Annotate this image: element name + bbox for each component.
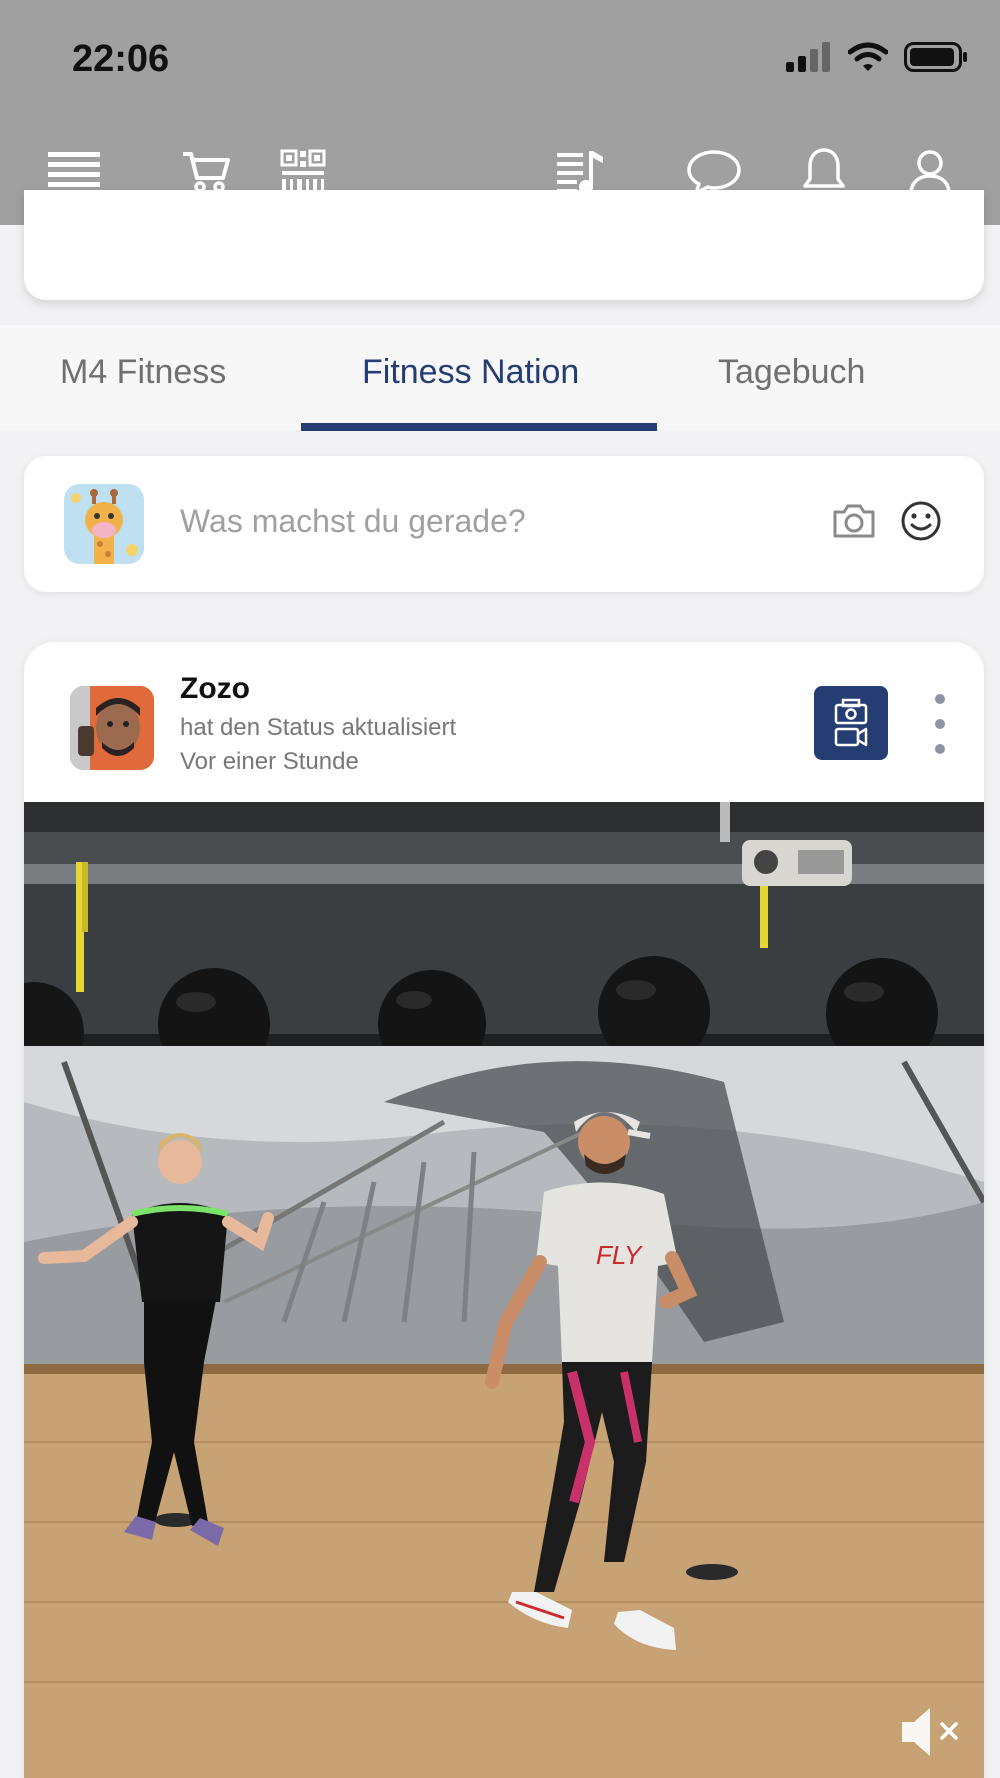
camera-icon[interactable] xyxy=(832,502,876,540)
more-options-icon[interactable] xyxy=(928,694,952,754)
video-frame: FLY xyxy=(24,802,984,1778)
previous-card xyxy=(24,190,984,300)
post-timestamp: Vor einer Stunde xyxy=(180,748,359,775)
avatar[interactable] xyxy=(70,686,154,770)
mute-icon[interactable] xyxy=(896,1702,966,1762)
shirt-text: FLY xyxy=(596,1240,643,1270)
smiley-icon[interactable] xyxy=(900,500,942,542)
wifi-icon xyxy=(848,42,888,71)
status-icons xyxy=(786,42,968,72)
post-author[interactable]: Zozo xyxy=(180,672,250,706)
avatar[interactable] xyxy=(64,484,144,564)
active-tab-indicator xyxy=(301,423,657,431)
status-input[interactable] xyxy=(180,496,720,546)
battery-icon xyxy=(904,42,967,72)
tab-m4-fitness[interactable]: M4 Fitness xyxy=(60,353,226,392)
status-time: 22:06 xyxy=(72,38,170,80)
post-video[interactable]: FLY xyxy=(24,802,984,1778)
feed-post: Zozo hat den Status aktualisiert Vor ein… xyxy=(24,642,984,1778)
post-action-text: hat den Status aktualisiert xyxy=(180,714,457,741)
photo-video-icon[interactable] xyxy=(814,686,888,760)
tab-fitness-nation[interactable]: Fitness Nation xyxy=(362,353,579,392)
status-composer xyxy=(24,456,984,592)
tab-tagebuch[interactable]: Tagebuch xyxy=(718,353,865,392)
signal-icon xyxy=(786,42,830,72)
tab-bar: M4 Fitness Fitness Nation Tagebuch xyxy=(0,325,1000,431)
